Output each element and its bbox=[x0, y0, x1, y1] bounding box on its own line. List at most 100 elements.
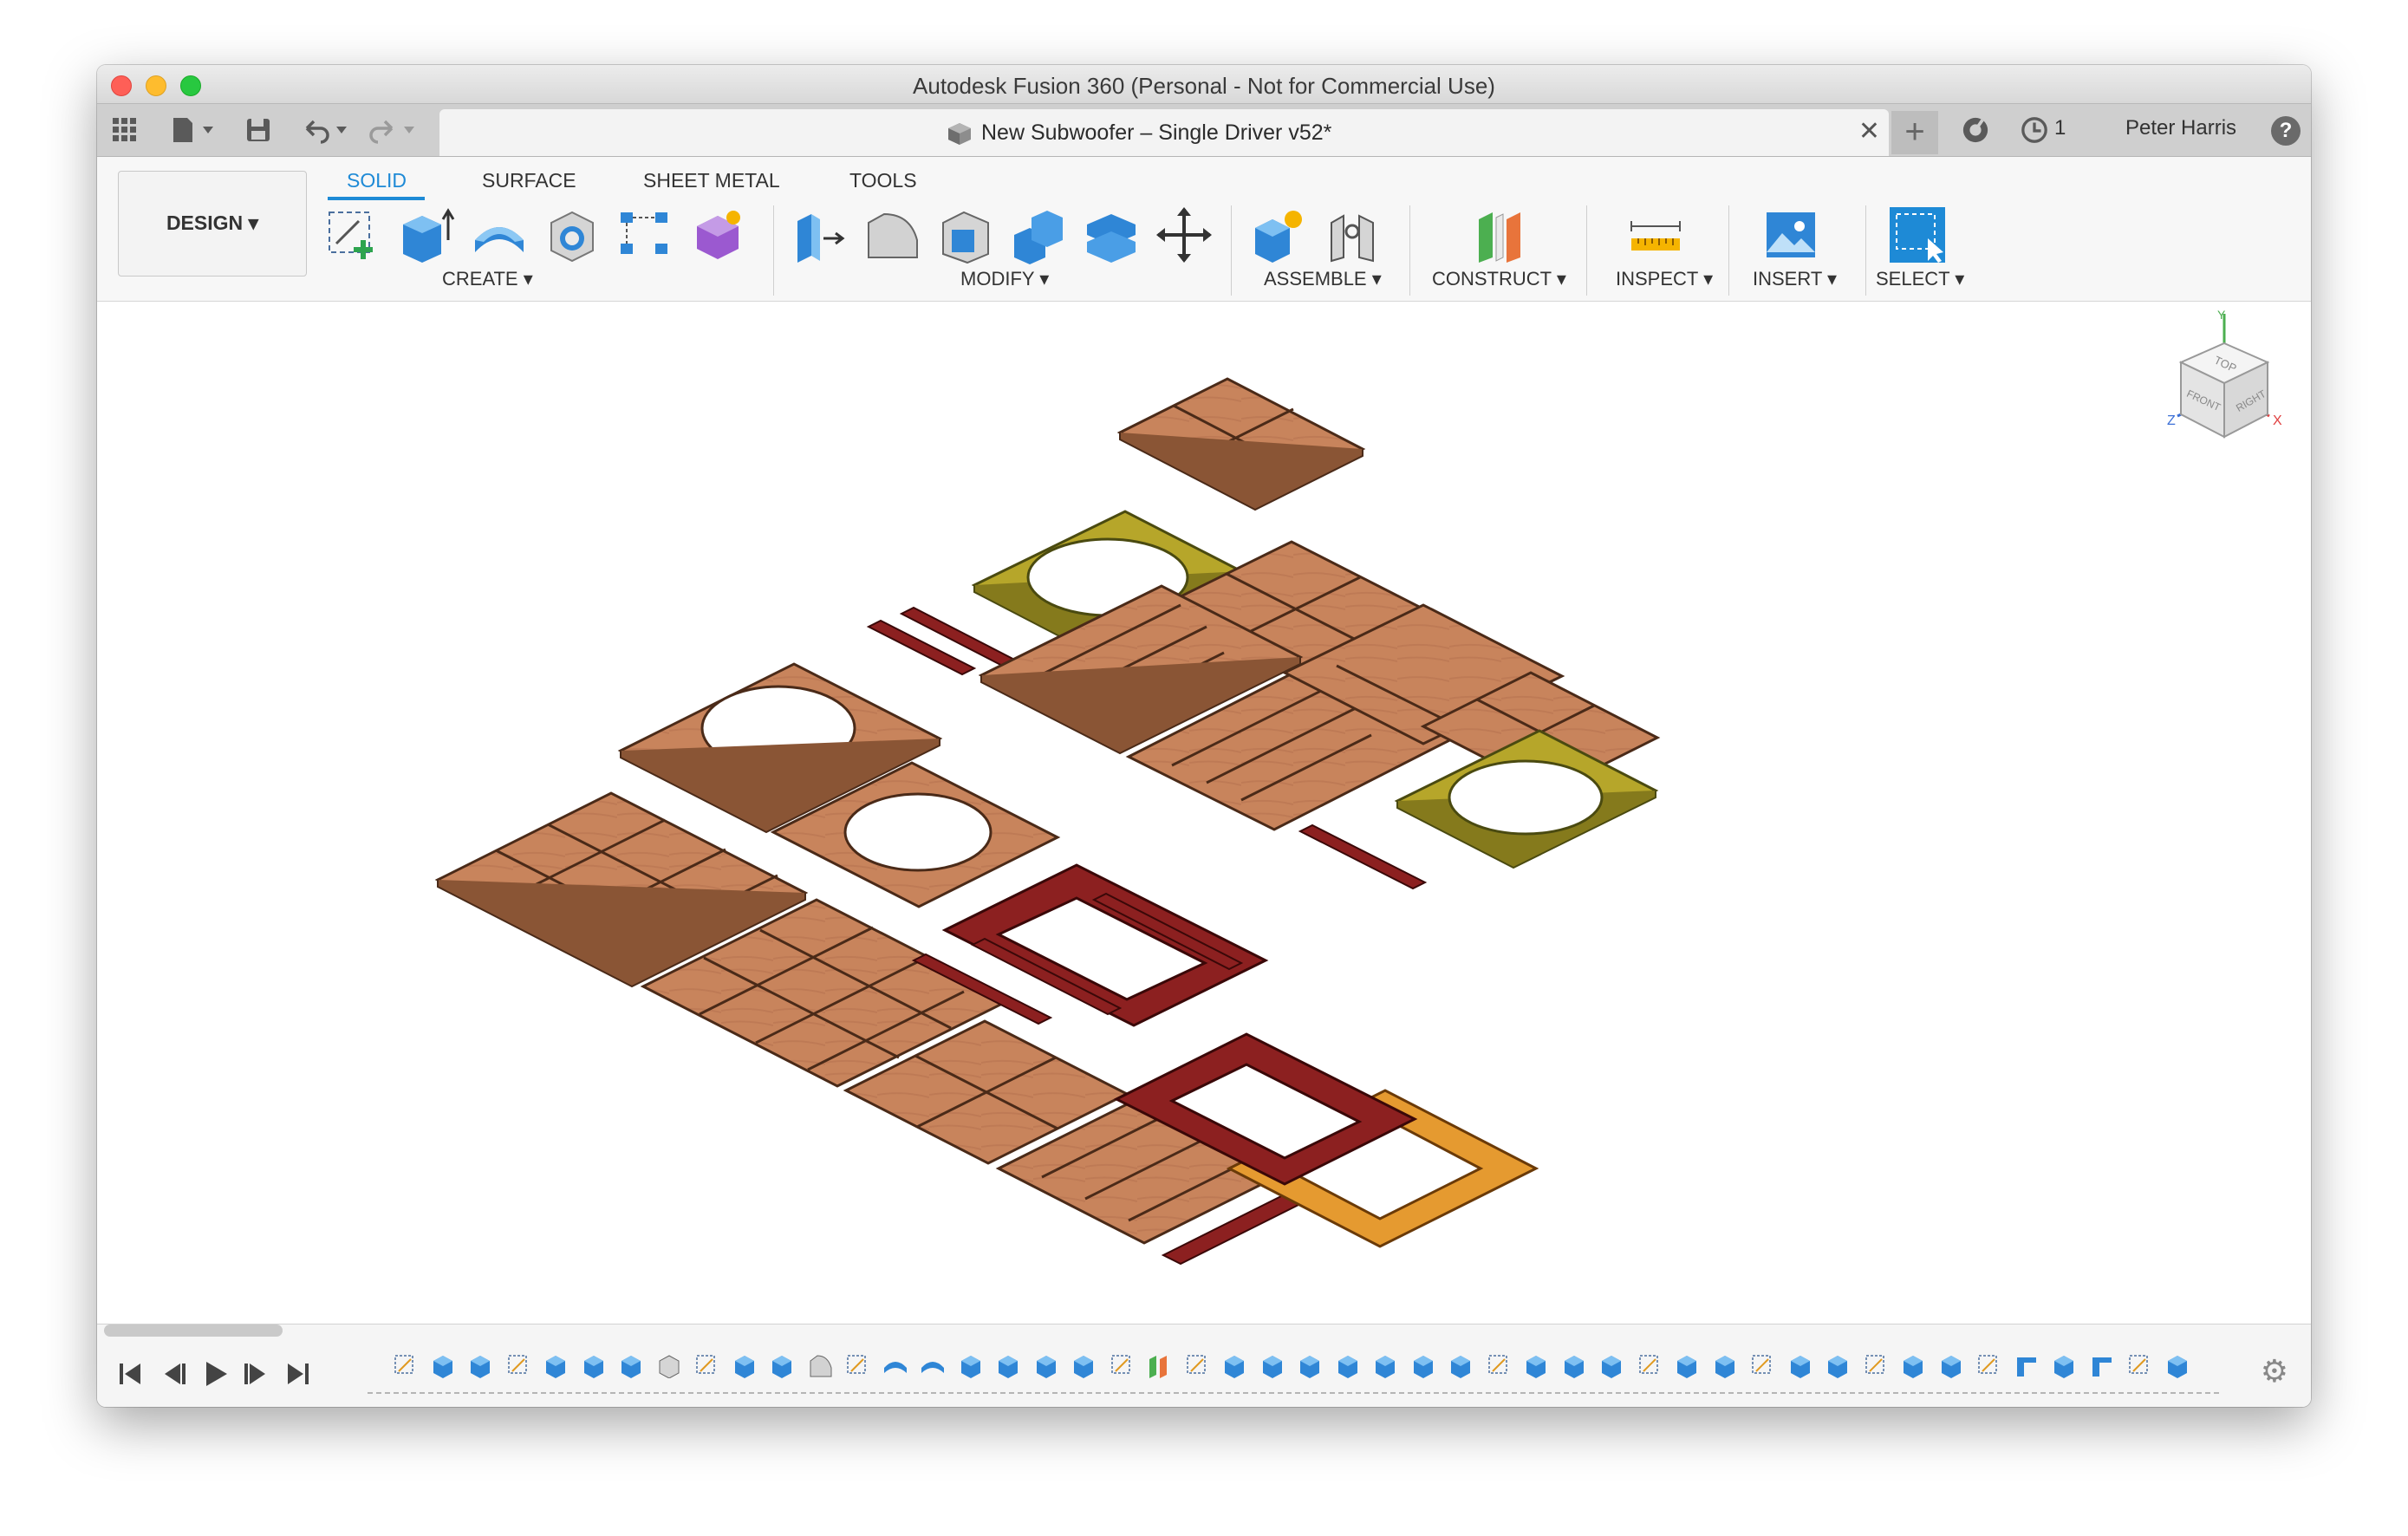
split-body-icon[interactable] bbox=[1082, 205, 1141, 264]
timeline-feature-sketch-icon[interactable] bbox=[693, 1352, 719, 1378]
timeline-feature-extrude-icon[interactable] bbox=[958, 1352, 984, 1378]
joint-icon[interactable] bbox=[1323, 205, 1382, 264]
file-menu-icon[interactable] bbox=[170, 116, 218, 144]
timeline-feature-extrude-icon[interactable] bbox=[1523, 1352, 1549, 1378]
timeline-feature-split-icon[interactable] bbox=[920, 1352, 946, 1378]
timeline-feature-sketch-icon[interactable] bbox=[1637, 1352, 1663, 1378]
timeline-feature-extrude-icon[interactable] bbox=[1259, 1352, 1285, 1378]
strip-dark-red-right[interactable] bbox=[1298, 823, 1428, 890]
timeline-feature-fillet-icon[interactable] bbox=[807, 1352, 833, 1378]
timeline-previous-icon[interactable] bbox=[158, 1358, 189, 1390]
timeline-feature-extrude-icon[interactable] bbox=[1335, 1352, 1361, 1378]
inspect-menu[interactable]: INSPECT ▾ bbox=[1616, 268, 1713, 290]
timeline-feature-sketch-icon[interactable] bbox=[1975, 1352, 2001, 1378]
combine-icon[interactable] bbox=[1009, 205, 1068, 264]
timeline-feature-extrude-icon[interactable] bbox=[995, 1352, 1021, 1378]
timeline-feature-extrude-icon[interactable] bbox=[1071, 1352, 1097, 1378]
data-panel-grid-icon[interactable] bbox=[111, 116, 139, 144]
canvas-viewport[interactable]: Y Z X TOP FRONT RIGHT bbox=[97, 302, 2311, 1324]
timeline-feature-sketch-icon[interactable] bbox=[392, 1352, 418, 1378]
measure-icon[interactable] bbox=[1626, 205, 1685, 264]
select-icon[interactable] bbox=[1888, 205, 1947, 264]
timeline-feature-extrude-icon[interactable] bbox=[1372, 1352, 1398, 1378]
timeline-feature-sketch-icon[interactable] bbox=[1749, 1352, 1775, 1378]
timeline-feature-extrude-icon[interactable] bbox=[618, 1352, 644, 1378]
close-tab-icon[interactable]: ✕ bbox=[1858, 116, 1880, 146]
timeline-last-icon[interactable] bbox=[283, 1358, 314, 1390]
undo-icon[interactable] bbox=[302, 116, 354, 144]
select-menu[interactable]: SELECT ▾ bbox=[1876, 268, 1964, 290]
timeline-feature-extrude-icon[interactable] bbox=[2051, 1352, 2077, 1378]
timeline-feature-extrude-icon[interactable] bbox=[467, 1352, 493, 1378]
timeline-play-icon[interactable] bbox=[199, 1358, 231, 1390]
timeline-feature-extrude-icon[interactable] bbox=[581, 1352, 607, 1378]
timeline-feature-sketch-icon[interactable] bbox=[505, 1352, 531, 1378]
timeline-feature-joint-icon[interactable] bbox=[2014, 1352, 2040, 1378]
move-copy-icon[interactable] bbox=[1155, 205, 1214, 264]
tab-sheet-metal[interactable]: SHEET METAL bbox=[643, 169, 780, 192]
job-status-clock-icon[interactable] bbox=[2020, 116, 2049, 144]
timeline-feature-extrude-icon[interactable] bbox=[732, 1352, 758, 1378]
timeline-feature-sketch-icon[interactable] bbox=[1863, 1352, 1889, 1378]
timeline-feature-extrude-icon[interactable] bbox=[1448, 1352, 1474, 1378]
timeline-feature-extrude-icon[interactable] bbox=[1900, 1352, 1926, 1378]
revolve-icon[interactable] bbox=[470, 205, 529, 264]
canvas-horizontal-scrollbar[interactable] bbox=[104, 1324, 283, 1337]
extrude-icon[interactable] bbox=[396, 205, 455, 264]
timeline-feature-extrude-icon[interactable] bbox=[1598, 1352, 1624, 1378]
tab-solid[interactable]: SOLID bbox=[347, 169, 407, 192]
timeline-feature-split-icon[interactable] bbox=[882, 1352, 908, 1378]
shell-icon[interactable] bbox=[936, 205, 995, 264]
tab-surface[interactable]: SURFACE bbox=[482, 169, 576, 192]
timeline-feature-extrude-icon[interactable] bbox=[1712, 1352, 1738, 1378]
timeline-feature-extrude-icon[interactable] bbox=[1297, 1352, 1323, 1378]
timeline-feature-extrude-icon[interactable] bbox=[769, 1352, 795, 1378]
extensions-icon[interactable] bbox=[1961, 116, 1990, 144]
timeline-feature-extrude-icon[interactable] bbox=[1033, 1352, 1059, 1378]
timeline-feature-joint-icon[interactable] bbox=[2089, 1352, 2115, 1378]
save-icon[interactable] bbox=[244, 116, 272, 144]
timeline-feature-extrude-icon[interactable] bbox=[543, 1352, 569, 1378]
create-sketch-icon[interactable] bbox=[324, 205, 383, 264]
timeline-feature-shell-icon[interactable] bbox=[656, 1352, 682, 1378]
assemble-menu[interactable]: ASSEMBLE ▾ bbox=[1264, 268, 1382, 290]
timeline-feature-extrude-icon[interactable] bbox=[1674, 1352, 1700, 1378]
timeline-feature-extrude-icon[interactable] bbox=[1825, 1352, 1851, 1378]
user-name[interactable]: Peter Harris bbox=[2125, 116, 2236, 140]
timeline-feature-sketch-icon[interactable] bbox=[844, 1352, 870, 1378]
panel-top-grid-small[interactable] bbox=[1116, 377, 1366, 511]
timeline-feature-extrude-icon[interactable] bbox=[1787, 1352, 1813, 1378]
timeline-feature-extrude-icon[interactable] bbox=[1410, 1352, 1436, 1378]
create-form-icon[interactable] bbox=[688, 205, 747, 264]
new-tab-button[interactable]: + bbox=[1891, 111, 1938, 154]
timeline-next-icon[interactable] bbox=[241, 1358, 272, 1390]
press-pull-icon[interactable] bbox=[791, 205, 849, 264]
new-component-icon[interactable] bbox=[1250, 205, 1309, 264]
help-icon[interactable]: ? bbox=[2271, 116, 2301, 146]
construct-menu[interactable]: CONSTRUCT ▾ bbox=[1432, 268, 1566, 290]
insert-image-icon[interactable] bbox=[1761, 205, 1820, 264]
timeline-feature-extrude-icon[interactable] bbox=[1221, 1352, 1247, 1378]
timeline-feature-extrude-icon[interactable] bbox=[1561, 1352, 1587, 1378]
timeline-feature-sketch-icon[interactable] bbox=[1109, 1352, 1135, 1378]
model-canvas[interactable] bbox=[97, 302, 2311, 1324]
offset-plane-icon[interactable] bbox=[1470, 205, 1529, 264]
timeline-feature-extrude-icon[interactable] bbox=[2164, 1352, 2190, 1378]
workspace-switcher[interactable]: DESIGN ▾ bbox=[118, 171, 307, 277]
modify-menu[interactable]: MODIFY ▾ bbox=[960, 268, 1049, 290]
create-menu[interactable]: CREATE ▾ bbox=[442, 268, 533, 290]
fillet-icon[interactable] bbox=[863, 205, 922, 264]
insert-menu[interactable]: INSERT ▾ bbox=[1753, 268, 1837, 290]
timeline-feature-plane-icon[interactable] bbox=[1146, 1352, 1172, 1378]
pattern-icon[interactable] bbox=[615, 205, 674, 264]
timeline-settings-gear-icon[interactable]: ⚙ bbox=[2261, 1353, 2288, 1390]
redo-icon[interactable] bbox=[369, 116, 421, 144]
viewcube[interactable]: Y Z X TOP FRONT RIGHT bbox=[2151, 309, 2294, 461]
hole-icon[interactable] bbox=[543, 205, 602, 264]
timeline-feature-extrude-icon[interactable] bbox=[1938, 1352, 1964, 1378]
timeline-feature-sketch-icon[interactable] bbox=[2126, 1352, 2152, 1378]
timeline-feature-sketch-icon[interactable] bbox=[1486, 1352, 1512, 1378]
timeline-first-icon[interactable] bbox=[114, 1358, 146, 1390]
document-tab[interactable]: New Subwoofer – Single Driver v52* ✕ bbox=[439, 109, 1889, 156]
tab-tools[interactable]: TOOLS bbox=[849, 169, 917, 192]
